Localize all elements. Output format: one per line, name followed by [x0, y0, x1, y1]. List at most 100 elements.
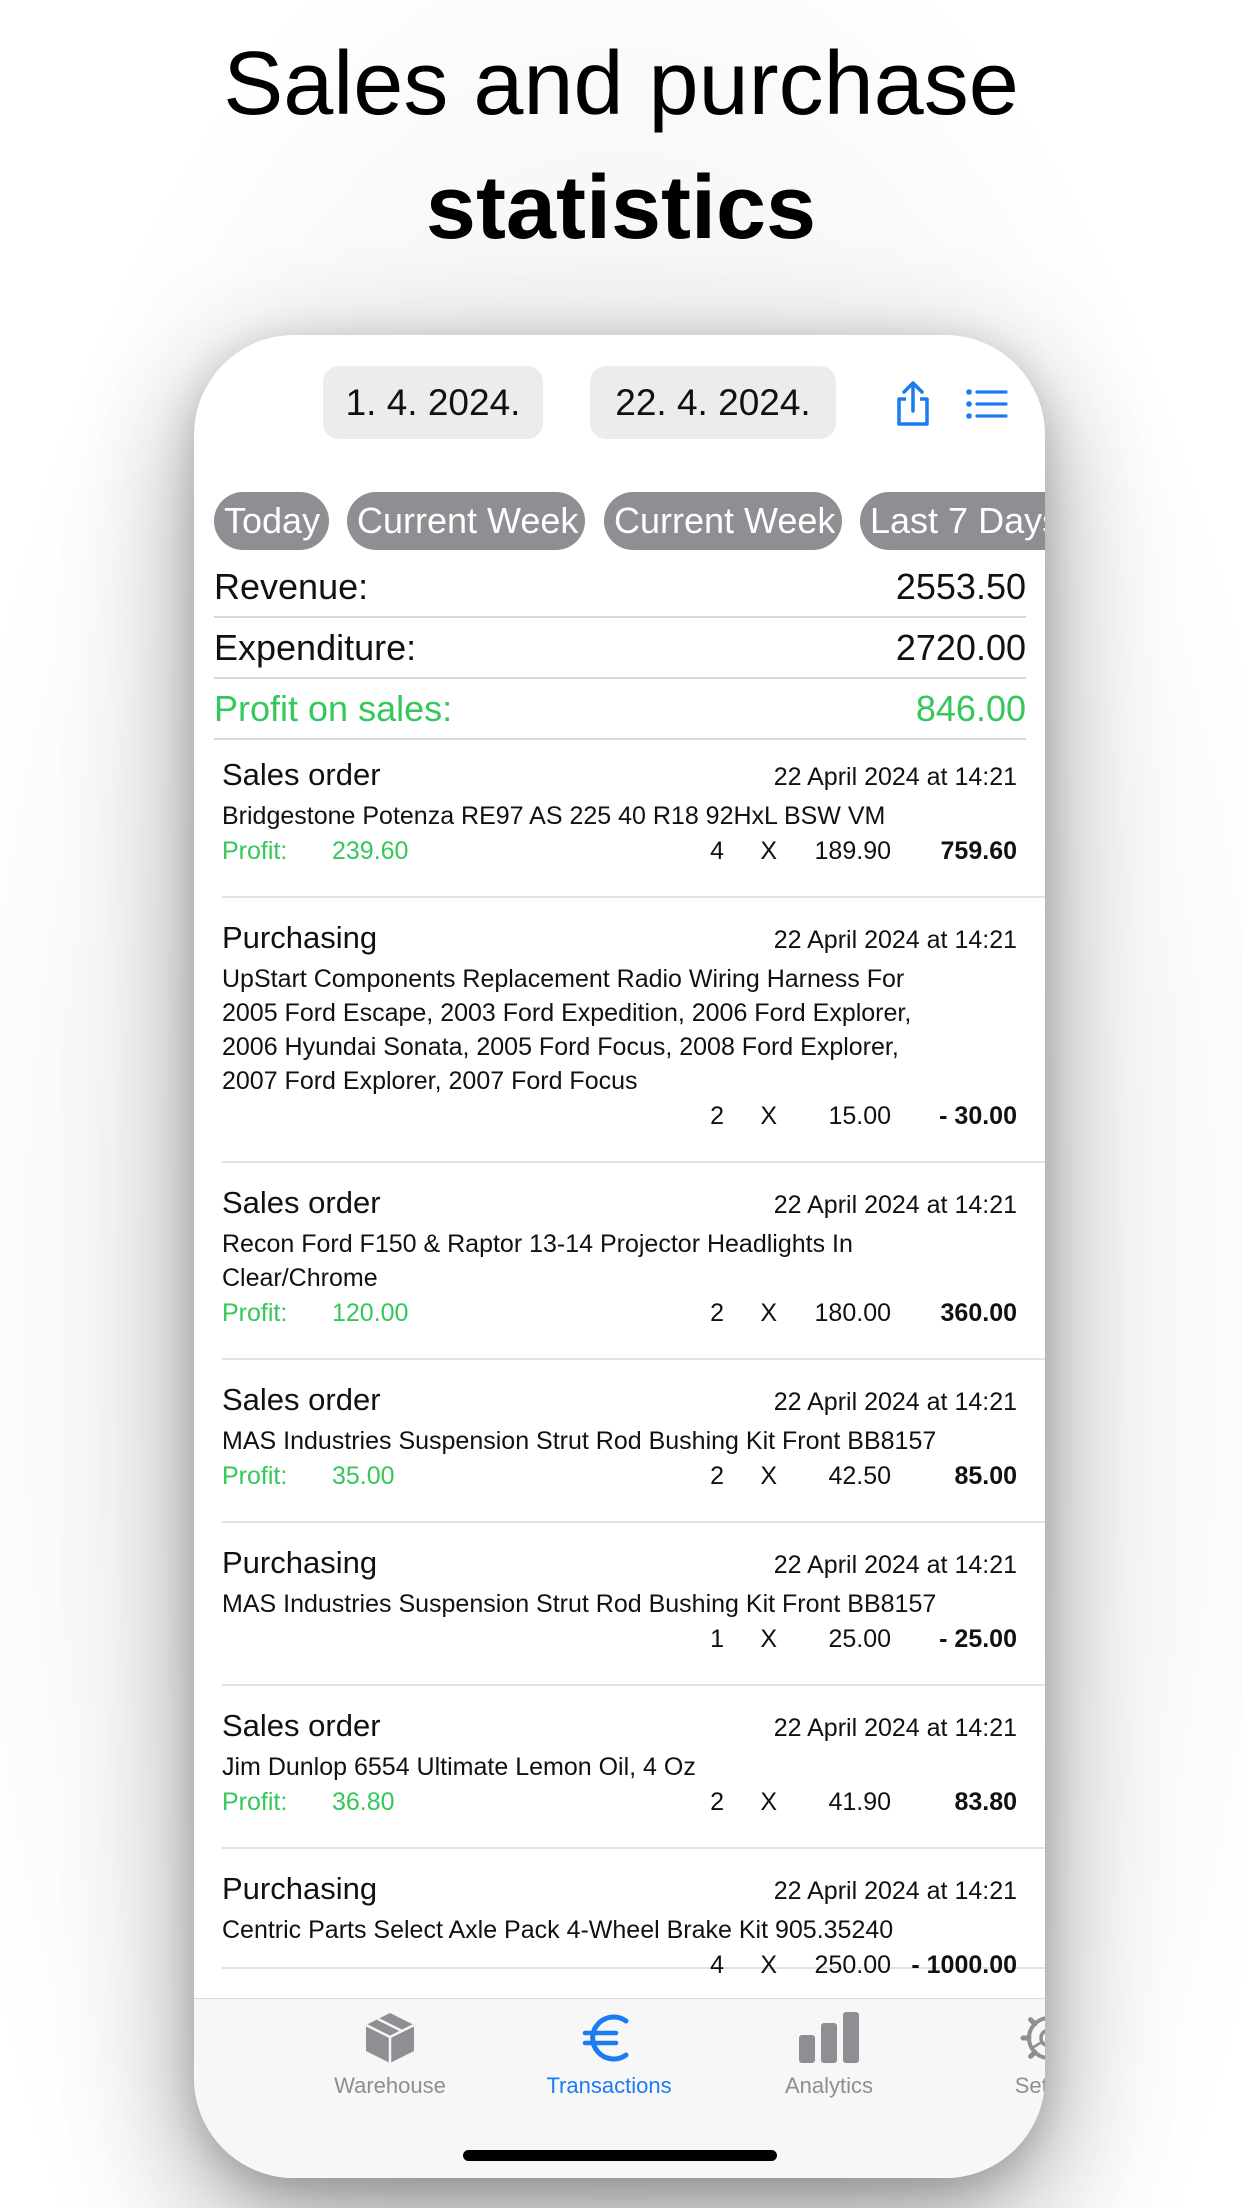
multiply-sign: X [760, 1951, 777, 1979]
tab-analytics[interactable]: Analytics [729, 2009, 929, 2099]
description-line: 2005 Ford Escape, 2003 Ford Expedition, … [222, 999, 912, 1027]
unit-price: 15.00 [828, 1102, 891, 1130]
gear-icon [1020, 2016, 1045, 2060]
transaction-description: Jim Dunlop 6554 Ultimate Lemon Oil, 4 Oz [222, 1750, 1017, 1784]
chip-current-week-2[interactable]: Current Week [604, 492, 842, 550]
transaction-header: Purchasing 22 April 2024 at 14:21 [222, 1871, 1017, 1907]
line-total: 360.00 [940, 1299, 1017, 1327]
transaction-description: Centric Parts Select Axle Pack 4-Wheel B… [222, 1913, 1017, 1947]
multiply-sign: X [760, 1625, 777, 1653]
transaction-header: Sales order 22 April 2024 at 14:21 [222, 1708, 1017, 1744]
transaction-date: 22 April 2024 at 14:21 [773, 1388, 1017, 1416]
line-total: - 1000.00 [911, 1951, 1017, 1979]
profit-amount: 36.80 [332, 1788, 395, 1816]
tab-label: Warehouse [334, 2073, 446, 2098]
date-from-button[interactable]: 1. 4. 2024. [323, 366, 543, 439]
profit-amount: 35.00 [332, 1462, 395, 1490]
transaction-item[interactable]: Sales order 22 April 2024 at 14:21 Jim Dun… [222, 1686, 1045, 1849]
transaction-item[interactable]: Purchasing 22 April 2024 at 14:21 UpStart … [222, 898, 1045, 1163]
transaction-description: MAS Industries Suspension Strut Rod Bush… [222, 1587, 1017, 1621]
revenue-row: Revenue: 2553.50 [214, 557, 1026, 618]
tab-label: Setting [1014, 2073, 1045, 2098]
tab-label: Transactions [546, 2073, 672, 2098]
transaction-header: Purchasing 22 April 2024 at 14:21 [222, 920, 1017, 956]
line-total: 83.80 [954, 1788, 1017, 1816]
transaction-date: 22 April 2024 at 14:21 [773, 763, 1017, 791]
quantity: 2 [710, 1788, 724, 1816]
date-to-button[interactable]: 22. 4. 2024. [590, 366, 836, 439]
description-line: 2006 Hyundai Sonata, 2005 Ford Focus, 20… [222, 1033, 899, 1061]
transaction-header: Sales order 22 April 2024 at 14:21 [222, 1382, 1017, 1418]
revenue-value: 2553.50 [895, 565, 1026, 607]
transaction-amounts: 1 X 25.00 - 25.00 [222, 1621, 1017, 1661]
box-icon [365, 2013, 415, 2063]
chip-last-7-days[interactable]: Last 7 Days [860, 492, 1045, 550]
transaction-description: UpStart Components Replacement Radio Wir… [222, 962, 1017, 1098]
description-line: Recon Ford F150 & Raptor 13-14 Projector… [222, 1230, 853, 1258]
multiply-sign: X [760, 1299, 777, 1327]
line-total: 85.00 [954, 1462, 1017, 1490]
chip-today[interactable]: Today [214, 492, 329, 550]
transactions-list: Sales order 22 April 2024 at 14:21 Bridges… [222, 735, 1045, 1979]
unit-price: 42.50 [828, 1462, 891, 1490]
description-line: 2007 Ford Explorer, 2007 Ford Focus [222, 1067, 638, 1095]
summary-panel: Revenue: 2553.50 Expenditure: 2720.00 Pr… [214, 557, 1026, 740]
transaction-amounts: 2 X 15.00 - 30.00 [222, 1098, 1017, 1138]
tab-bar: Warehouse Transactions Analytics Set [194, 1998, 1045, 2178]
headline: Sales and purchase statistics [0, 22, 1242, 270]
transaction-amounts: Profit: 36.80 2 X 41.90 83.80 [222, 1784, 1017, 1824]
line-total: - 25.00 [939, 1625, 1017, 1653]
transaction-type: Purchasing [222, 1871, 378, 1906]
transaction-amounts: Profit: 35.00 2 X 42.50 85.00 [222, 1458, 1017, 1498]
transaction-item[interactable]: Sales order 22 April 2024 at 14:21 Bridges… [222, 735, 1045, 898]
profit-amount: 239.60 [332, 837, 409, 865]
phone-screen: 1. 4. 2024. 22. 4. 2024. Today Current W… [194, 335, 1045, 2178]
description-line: Centric Parts Select Axle Pack 4-Wheel B… [222, 1916, 894, 1944]
description-line: MAS Industries Suspension Strut Rod Bush… [222, 1590, 937, 1618]
transaction-date: 22 April 2024 at 14:21 [773, 926, 1017, 954]
description-line: MAS Industries Suspension Strut Rod Bush… [222, 1427, 937, 1455]
transaction-item[interactable]: Purchasing 22 April 2024 at 14:21 MAS Indu… [222, 1523, 1045, 1686]
quantity: 2 [710, 1462, 724, 1490]
line-total: - 30.00 [939, 1102, 1017, 1130]
quantity: 4 [710, 1951, 724, 1979]
transaction-item[interactable]: Purchasing 22 April 2024 at 14:21 Centric … [222, 1849, 1045, 1979]
transaction-description: Bridgestone Potenza RE97 AS 225 40 R18 9… [222, 799, 1017, 833]
profit-value: 846.00 [915, 687, 1026, 729]
quantity: 2 [710, 1102, 724, 1130]
transaction-item[interactable]: Sales order 22 April 2024 at 14:21 Recon F… [222, 1163, 1045, 1360]
transaction-type: Sales order [222, 1708, 381, 1743]
transaction-description: MAS Industries Suspension Strut Rod Bush… [222, 1424, 1017, 1458]
multiply-sign: X [760, 837, 777, 865]
chip-current-week[interactable]: Current Week [347, 492, 585, 550]
euro-icon [582, 2014, 629, 2062]
transaction-date: 22 April 2024 at 14:21 [773, 1191, 1017, 1219]
description-line: UpStart Components Replacement Radio Wir… [222, 965, 905, 993]
expenditure-label: Expenditure: [214, 626, 417, 668]
multiply-sign: X [760, 1462, 777, 1490]
transaction-date: 22 April 2024 at 14:21 [773, 1551, 1017, 1579]
headline-line-2: statistics [425, 158, 817, 258]
top-bar: 1. 4. 2024. 22. 4. 2024. [194, 335, 1045, 480]
share-icon[interactable] [888, 379, 938, 429]
transaction-type: Sales order [222, 1382, 381, 1417]
unit-price: 189.90 [814, 837, 891, 865]
list-icon[interactable] [962, 379, 1012, 429]
expenditure-value: 2720.00 [895, 626, 1026, 668]
transaction-type: Purchasing [222, 920, 378, 955]
transaction-date: 22 April 2024 at 14:21 [773, 1714, 1017, 1742]
tab-warehouse[interactable]: Warehouse [290, 2009, 490, 2099]
home-indicator [463, 2150, 777, 2161]
tab-label: Analytics [784, 2073, 874, 2098]
tab-transactions[interactable]: Transactions [509, 2009, 709, 2099]
quantity: 2 [710, 1299, 724, 1327]
transaction-item[interactable]: Sales order 22 April 2024 at 14:21 MAS Ind… [222, 1360, 1045, 1523]
transaction-type: Purchasing [222, 1545, 378, 1580]
period-chips: Today Current Week Current Week Last 7 D… [214, 492, 1045, 550]
tab-setting[interactable]: Setting [949, 2009, 1045, 2099]
transaction-amounts: 4 X 250.00 - 1000.00 [222, 1947, 1017, 1987]
profit-label: Profit: [222, 837, 288, 865]
unit-price: 250.00 [814, 1951, 891, 1979]
transaction-amounts: Profit: 239.60 4 X 189.90 759.60 [222, 833, 1017, 873]
profit-row: Profit on sales: 846.00 [214, 679, 1026, 740]
